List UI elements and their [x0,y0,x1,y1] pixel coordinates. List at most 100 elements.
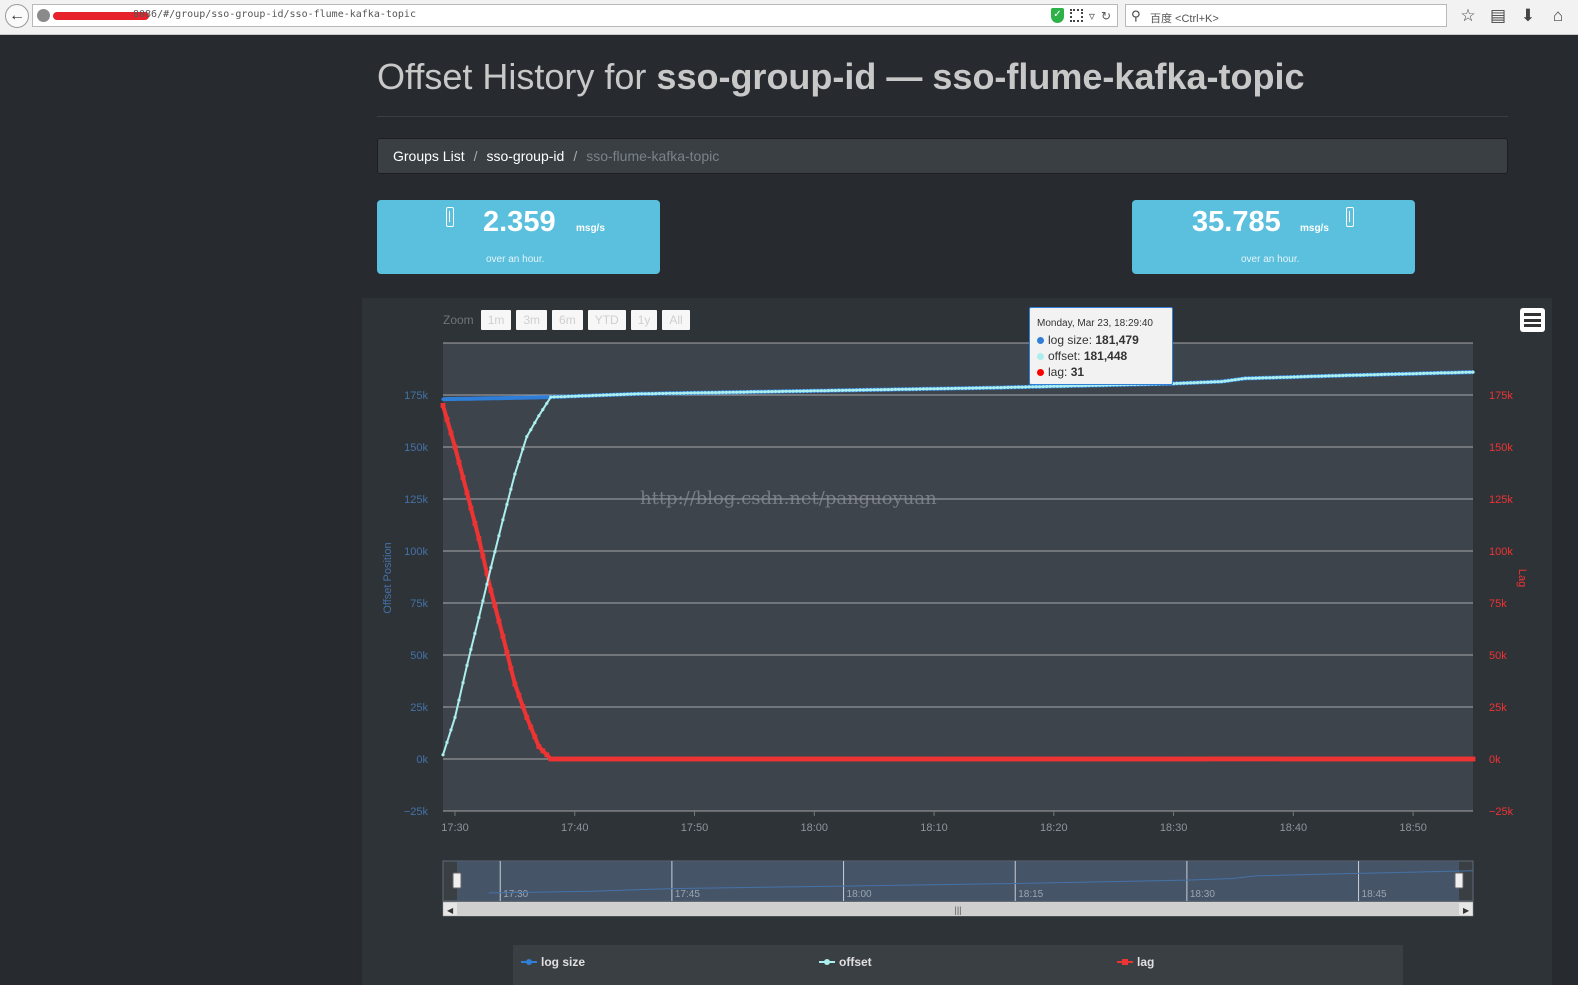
data-point [533,421,537,425]
reload-icon[interactable]: ↻ [1101,9,1111,23]
data-point [626,392,630,396]
legend-item-offset[interactable]: offset [819,955,872,969]
data-point [640,392,644,396]
plot-background [443,343,1473,811]
breadcrumb-groups-list[interactable]: Groups List [393,148,465,164]
y-left-tick-label: 175k [404,390,428,402]
data-point [1457,370,1461,375]
data-point [1052,384,1056,388]
shield-icon[interactable]: ✓ [1050,8,1064,23]
data-point [724,390,728,394]
tooltip-value: 181,479 [1095,333,1139,347]
data-point [591,393,595,398]
mobile-icon [446,207,454,227]
data-point [1268,376,1272,380]
data-point [749,390,753,394]
data-point [879,388,883,392]
zoom-button-1m[interactable]: 1m [480,310,512,330]
breadcrumb: Groups List / sso-group-id / sso-flume-k… [377,138,1508,174]
data-point [1282,375,1286,379]
zoom-button-6m[interactable]: 6m [552,310,583,330]
data-point [798,389,802,393]
data-point [513,472,517,476]
data-point [795,389,799,393]
tooltip-label: lag: [1048,365,1068,379]
back-arrow-icon[interactable]: ← [5,4,29,28]
y-right-tick-label: 150k [1489,442,1513,454]
navigator-selected-range [457,861,1459,901]
data-point [1439,371,1443,375]
zoom-button-3m[interactable]: 3m [516,310,548,330]
page-title: Offset History for sso-group-id — sso-fl… [377,56,1304,98]
data-point [918,387,922,391]
data-point [594,393,598,397]
data-point [960,386,964,390]
data-point [1219,380,1224,384]
producer-rate-caption: over an hour. [1241,254,1300,265]
browser-toolbar: ← 8086/#/group/sso-group-id/sso-flume-ka… [0,0,1578,35]
zoom-selector: Zoom 1m 3m 6m YTD 1y All [443,310,690,330]
data-point [449,728,453,732]
data-point [1355,373,1359,377]
data-point [1383,372,1387,376]
data-point [967,386,971,390]
data-point [1464,370,1468,374]
clipboard-icon[interactable]: ▤ [1489,6,1507,26]
data-point [1446,371,1450,375]
data-point [1365,373,1369,377]
data-point [1422,371,1426,375]
legend-item-log-size[interactable]: log size [521,955,585,969]
navigator-tick-label: 18:15 [1018,889,1043,900]
data-point [570,394,574,398]
zoom-button-all[interactable]: All [662,310,690,330]
breadcrumb-group[interactable]: sso-group-id [486,148,564,164]
x-tick-label: 17:30 [441,822,469,834]
navigator-tick-label: 18:30 [1190,889,1215,900]
zoom-button-ytd[interactable]: YTD [587,310,626,330]
data-point [1250,376,1254,380]
address-bar[interactable]: 8086/#/group/sso-group-id/sso-flume-kafk… [32,4,1118,27]
data-point [1309,374,1314,378]
data-point [647,392,651,396]
data-point [812,389,816,393]
data-point [862,388,866,392]
data-point [622,392,626,396]
qr-code-icon[interactable] [1069,9,1083,22]
data-point [476,396,480,401]
data-point [1379,372,1383,377]
y-left-tick-label: −25k [404,806,429,818]
data-point [1182,381,1186,385]
data-point [1192,381,1196,385]
data-point [453,715,457,719]
data-point [563,395,567,399]
mobile-icon [1346,207,1354,227]
data-point [1453,371,1457,375]
data-point [1289,375,1293,379]
data-point [1278,375,1282,379]
zoom-button-1y[interactable]: 1y [630,310,658,330]
data-point [1443,371,1447,375]
data-point [538,395,543,399]
search-box[interactable]: ⚲ 百度 <Ctrl+K> [1125,4,1447,27]
data-point [1460,370,1464,374]
data-point [459,397,463,401]
star-icon[interactable]: ☆ [1459,6,1477,26]
download-icon[interactable]: ⬇ [1519,6,1537,26]
data-point [521,396,525,400]
legend-item-lag[interactable]: lag [1117,955,1154,969]
data-point [615,393,619,397]
data-point [1013,385,1017,389]
dropdown-arrow-icon[interactable]: ▿ [1089,9,1095,23]
data-point [462,397,466,401]
y-right-tick-label: −25k [1489,806,1514,818]
data-point [685,391,690,395]
chart-menu-icon[interactable] [1520,308,1545,332]
data-point [1257,376,1261,380]
home-icon[interactable]: ⌂ [1549,6,1567,26]
data-point [1313,374,1317,378]
producer-rate-unit: msg/s [1300,223,1329,234]
data-point [995,386,1000,390]
data-point [883,388,887,392]
data-point [675,391,679,395]
data-point [556,395,560,399]
